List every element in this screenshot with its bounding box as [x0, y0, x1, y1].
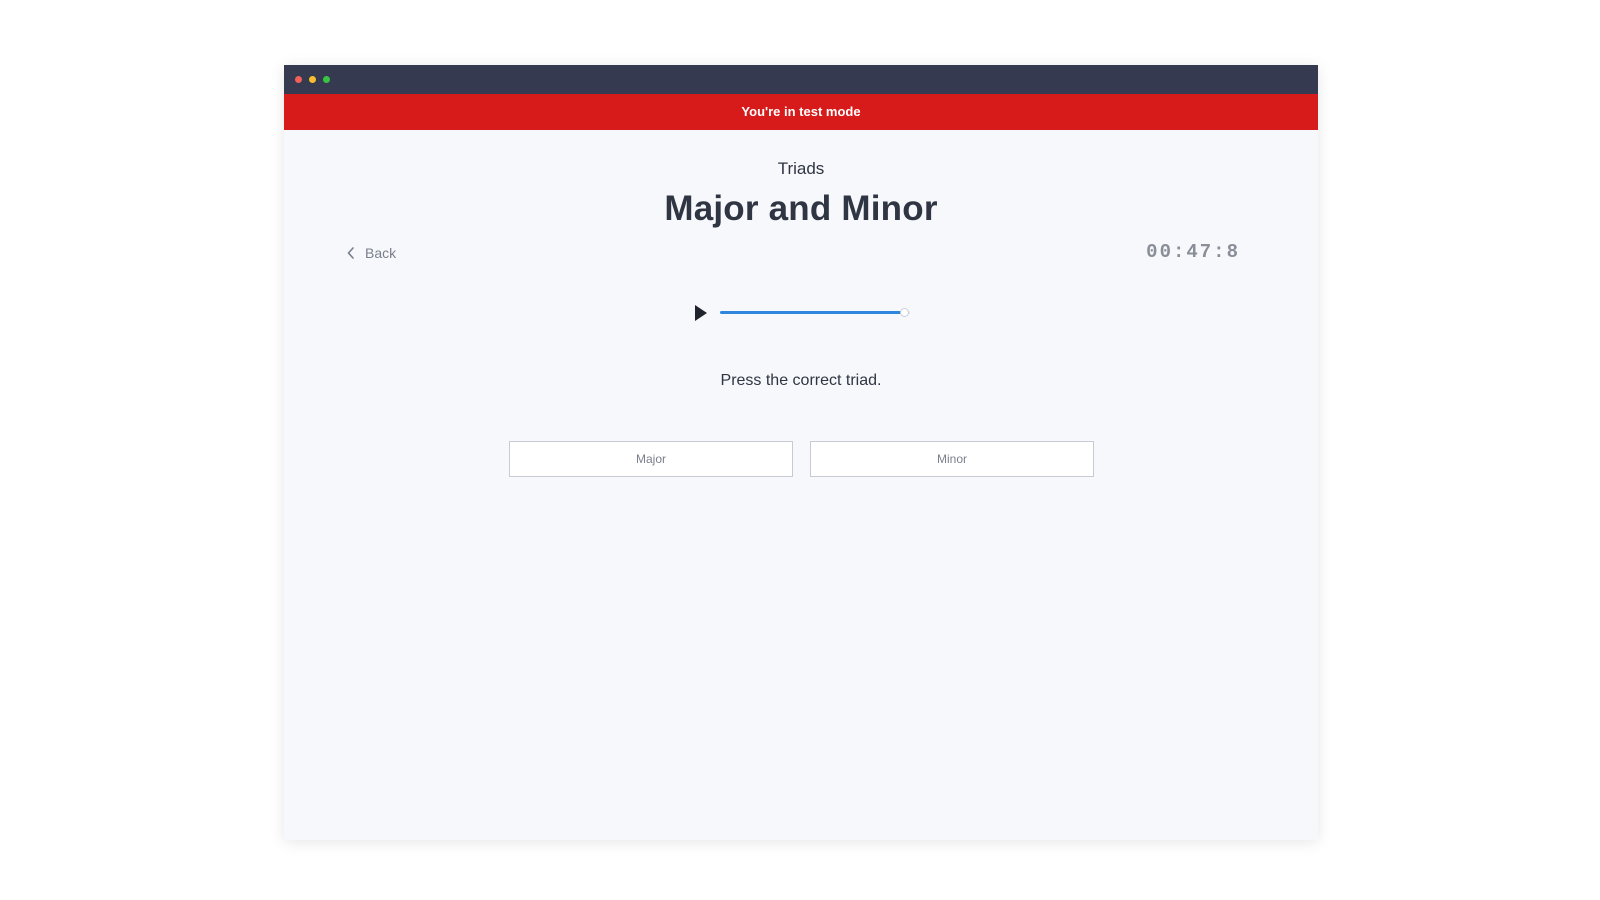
maximize-window-dot[interactable] — [323, 76, 330, 83]
major-answer-button[interactable]: Major — [509, 441, 793, 477]
audio-progress-fill — [720, 311, 905, 314]
timer-display: 00:47:8 — [1146, 241, 1240, 263]
back-link[interactable]: Back — [347, 243, 396, 263]
test-mode-banner: You're in test mode — [284, 94, 1318, 130]
audio-player — [693, 303, 919, 323]
minor-answer-button[interactable]: Minor — [810, 441, 1094, 477]
play-icon[interactable] — [693, 304, 709, 322]
window-titlebar — [284, 65, 1318, 94]
audio-progress-track[interactable] — [720, 308, 910, 317]
minimize-window-dot[interactable] — [309, 76, 316, 83]
chevron-left-icon — [347, 247, 355, 259]
close-window-dot[interactable] — [295, 76, 302, 83]
app-window: You're in test mode Triads Major and Min… — [284, 65, 1318, 840]
exercise-category: Triads — [777, 159, 825, 178]
question-prompt: Press the correct triad. — [720, 372, 882, 389]
back-label: Back — [365, 245, 397, 261]
audio-progress-handle[interactable] — [900, 308, 910, 317]
page-title: Major and Minor — [664, 189, 938, 228]
